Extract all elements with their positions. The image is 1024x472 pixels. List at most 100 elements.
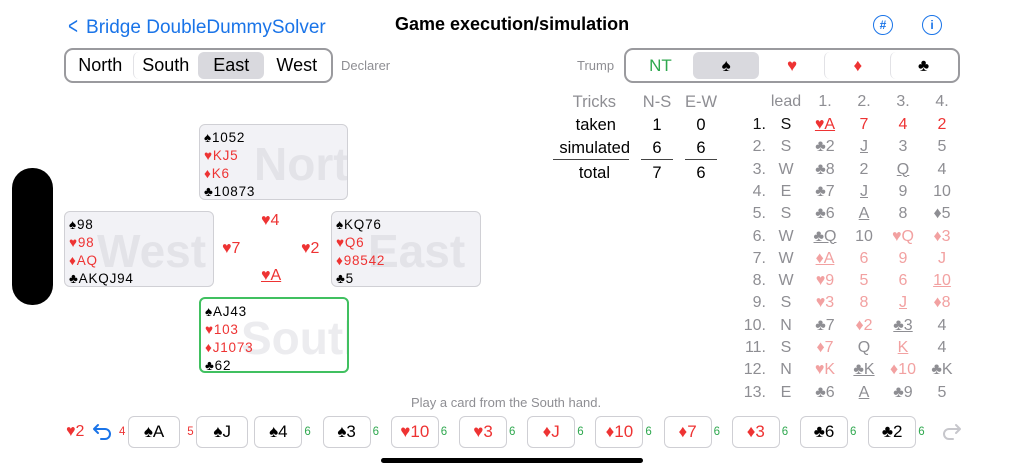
hand-west-hearts: ♥98	[69, 235, 95, 250]
history-trick-number: 1.	[752, 116, 766, 133]
card-button[interactable]: ♦7	[663, 416, 712, 448]
hand-cards-south: ♠AJ43 ♥103 ♦J1073 ♣62	[205, 303, 253, 371]
info-icon[interactable]: i	[922, 15, 942, 35]
trick-card-north: ♥4	[261, 212, 280, 229]
history-card: 9	[898, 182, 908, 200]
history-card: ♣8	[815, 160, 835, 178]
history-card: 7	[859, 116, 869, 133]
card-button[interactable]: ♦10	[595, 416, 644, 448]
hand-north-spades: ♠1052	[204, 130, 246, 145]
history-card: ♣Q	[813, 227, 837, 245]
history-card: J	[860, 182, 868, 200]
trump-option-nt[interactable]: NT	[628, 52, 693, 79]
chevron-left-icon: <	[68, 13, 78, 40]
history-lead: W	[778, 227, 794, 245]
declarer-option-east[interactable]: East	[198, 52, 264, 79]
history-card: 4	[937, 316, 947, 334]
card-trick-count: 6	[577, 426, 584, 438]
hand-west-clubs: ♣AKQJ94	[69, 271, 134, 286]
declarer-option-west[interactable]: West	[264, 52, 330, 79]
card-button[interactable]: ♦3	[731, 416, 780, 448]
card-trick-count: 6	[509, 426, 516, 438]
declarer-segmented-control: North South East West	[64, 48, 333, 83]
hand-south-spades: ♠AJ43	[205, 304, 247, 319]
card-button[interactable]: ♠4	[254, 416, 303, 448]
trump-option-hearts[interactable]: ♥	[759, 52, 825, 79]
trick-card-east: ♥2	[301, 240, 320, 257]
history-card: ♦3	[933, 227, 951, 245]
card-button[interactable]: ♥10	[390, 416, 439, 448]
history-header-3: 3.	[896, 93, 910, 110]
declarer-option-north[interactable]: North	[68, 52, 133, 79]
tricks-row-simulated-label: simulated	[559, 139, 630, 157]
card-button[interactable]: ♣2	[868, 416, 917, 448]
hand-north-diamonds: ♦K6	[204, 166, 230, 181]
history-card: ♦2	[855, 316, 873, 334]
hint-text: Play a card from the South hand.	[411, 395, 602, 410]
history-lead: S	[780, 205, 792, 223]
card-trick-count: 6	[713, 426, 720, 438]
hand-west: West ♠98 ♥98 ♦AQ ♣AKQJ94	[64, 211, 214, 287]
card-button[interactable]: ♠3	[322, 416, 371, 448]
history-card: ♣6	[815, 383, 835, 401]
side-drag-handle[interactable]	[12, 168, 53, 305]
history-card: 10	[855, 227, 873, 245]
hand-east: East ♠KQ76 ♥Q6 ♦98542 ♣5	[331, 211, 481, 287]
history-card: ♣K	[853, 361, 875, 379]
history-card: ♥Q	[892, 227, 914, 245]
card-button[interactable]: ♥3	[459, 416, 507, 448]
history-card: 8	[859, 294, 869, 312]
history-card: 5	[937, 383, 947, 401]
trump-option-spades[interactable]: ♠	[692, 52, 759, 79]
declarer-option-south[interactable]: South	[132, 52, 199, 79]
hand-north: North ♠1052 ♥KJ5 ♦K6 ♣10873	[199, 124, 348, 200]
history-trick-number: 10.	[743, 316, 766, 334]
history-trick-number: 2.	[752, 138, 766, 156]
trump-option-diamonds[interactable]: ♦	[824, 52, 890, 79]
card-button[interactable]: ♦J	[527, 416, 576, 448]
history-trick-number: 4.	[752, 182, 766, 200]
trump-label: Trump	[577, 58, 615, 73]
history-card: 8	[898, 205, 908, 223]
hash-icon[interactable]: #	[873, 15, 893, 35]
history-card: A	[858, 205, 870, 223]
history-card: ♦A	[815, 249, 835, 267]
hand-north-clubs: ♣10873	[204, 184, 256, 199]
hand-east-clubs: ♣5	[336, 271, 354, 286]
history-trick-number: 13.	[743, 383, 766, 401]
card-button[interactable]: ♠A	[128, 416, 180, 448]
history-card: ♣2	[815, 138, 835, 156]
card-trick-count: 5	[187, 426, 194, 438]
history-lead: N	[780, 361, 792, 379]
card-button[interactable]: ♠J	[196, 416, 249, 448]
history-lead: W	[778, 272, 794, 290]
undo-arrow-icon[interactable]	[92, 420, 114, 440]
history-trick-number: 11.	[744, 339, 766, 356]
card-trick-count: 6	[850, 426, 857, 438]
hand-west-diamonds: ♦AQ	[69, 253, 98, 268]
history-card: J	[899, 294, 907, 312]
history-card: 10	[933, 182, 951, 200]
history-trick-number: 7.	[752, 249, 766, 267]
last-played-card: ♥2	[66, 423, 85, 440]
card-button[interactable]: ♣6	[800, 416, 848, 448]
back-button[interactable]: < Bridge DoubleDummySolver	[66, 12, 326, 40]
history-card: ♦8	[933, 294, 951, 312]
history-card: 5	[859, 272, 869, 290]
trump-option-clubs[interactable]: ♣	[890, 52, 956, 79]
history-lead: E	[780, 383, 792, 401]
history-card: ♣9	[893, 383, 913, 401]
card-trick-count: 6	[645, 426, 652, 438]
history-lead: E	[780, 182, 792, 200]
history-trick-number: 9.	[752, 294, 766, 312]
history-trick-number: 8.	[752, 272, 766, 290]
history-card: ♥9	[815, 272, 835, 290]
history-lead: S	[780, 116, 792, 133]
history-card: ♣7	[815, 316, 835, 334]
history-card: ♣3	[893, 316, 913, 334]
tricks-divider-label	[553, 159, 629, 160]
declarer-label: Declarer	[341, 58, 391, 73]
hand-cards-east: ♠KQ76 ♥Q6 ♦98542 ♣5	[336, 216, 385, 286]
redo-arrow-icon[interactable]	[940, 420, 962, 440]
tricks-divider-ns	[641, 159, 673, 160]
